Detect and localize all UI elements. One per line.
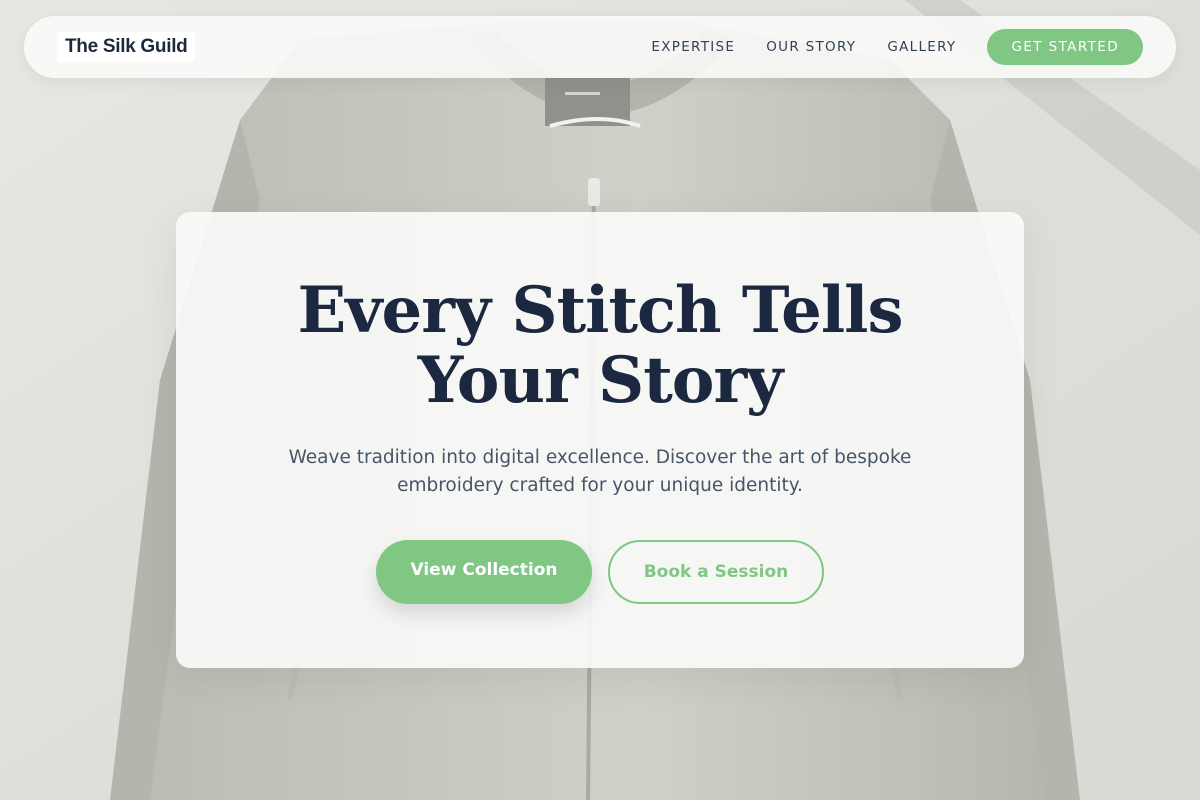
nav-link-expertise[interactable]: EXPERTISE: [651, 39, 735, 55]
hero-title-line-1: Every Stitch Tells: [297, 273, 904, 348]
hero-subtitle-line-1: Weave tradition into digital excellence.…: [288, 447, 912, 468]
brand-logo[interactable]: The Silk Guild: [57, 32, 196, 62]
hero-title: Every Stitch Tells Your Story: [176, 276, 1024, 416]
hero-subtitle: Weave tradition into digital excellence.…: [276, 444, 924, 500]
get-started-button[interactable]: GET STARTED: [987, 29, 1143, 65]
nav-links: EXPERTISE OUR STORY GALLERY GET STARTED: [651, 29, 1143, 65]
hero-actions: View Collection Book a Session: [176, 540, 1024, 604]
hero-card: Every Stitch Tells Your Story Weave trad…: [176, 212, 1024, 668]
navigation-bar: The Silk Guild EXPERTISE OUR STORY GALLE…: [24, 16, 1176, 78]
view-collection-button[interactable]: View Collection: [376, 540, 592, 604]
hero-title-line-2: Your Story: [417, 343, 784, 418]
nav-link-our-story[interactable]: OUR STORY: [766, 39, 856, 55]
book-session-button[interactable]: Book a Session: [608, 540, 824, 604]
hero-subtitle-line-2: embroidery crafted for your unique ident…: [397, 475, 803, 496]
nav-link-gallery[interactable]: GALLERY: [887, 39, 956, 55]
